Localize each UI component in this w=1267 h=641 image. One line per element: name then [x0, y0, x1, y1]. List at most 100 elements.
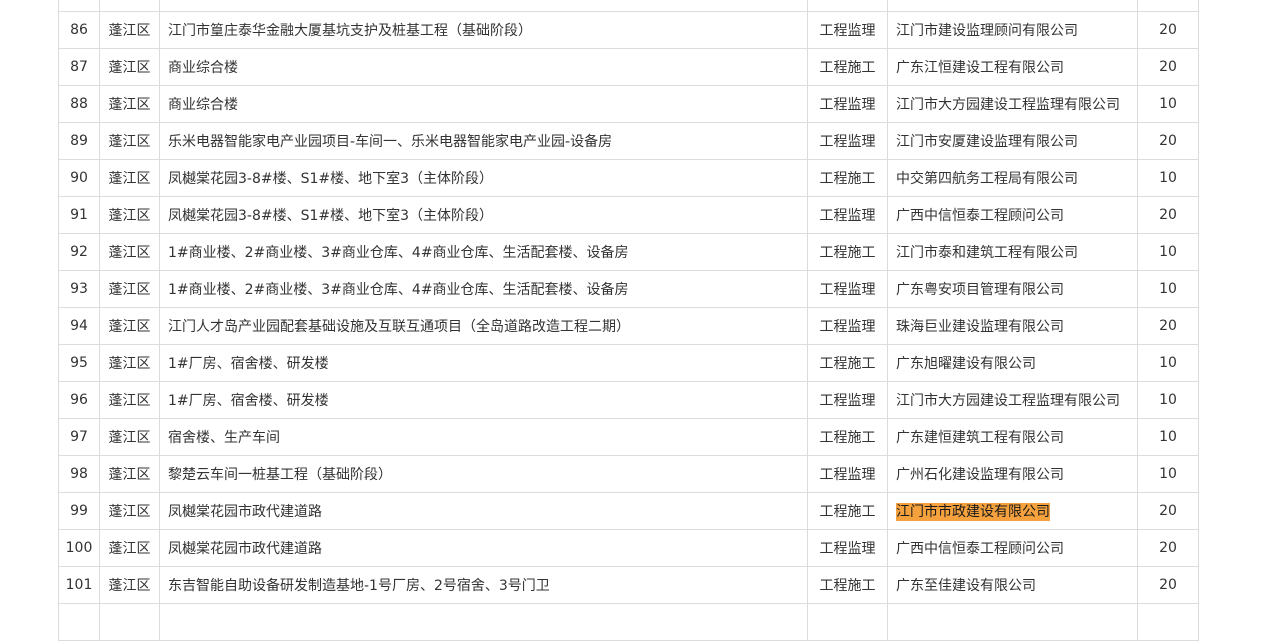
row-number-cell: 89: [58, 122, 100, 160]
score-cell: 20: [1137, 122, 1199, 160]
district-cell: 蓬江区: [99, 159, 160, 197]
district-cell: 蓬江区: [99, 196, 160, 234]
work-type-cell: 工程施工: [807, 566, 888, 604]
company-name-cell: 广东旭曜建设有限公司: [887, 344, 1138, 382]
row-number-cell: 101: [58, 566, 100, 604]
row-number-cell: 94: [58, 307, 100, 345]
company-name-cell: 广东粤安项目管理有限公司: [887, 270, 1138, 308]
row-number-cell: 87: [58, 48, 100, 86]
company-name-cell: 江门市安厦建设监理有限公司: [887, 122, 1138, 160]
company-name-cell: 广东江恒建设工程有限公司: [887, 48, 1138, 86]
district-cell: [99, 603, 160, 641]
company-name-cell: 广东至佳建设有限公司: [887, 566, 1138, 604]
score-cell: 10: [1137, 455, 1199, 493]
work-type-cell: 工程监理: [807, 381, 888, 419]
score-cell: 20: [1137, 492, 1199, 530]
score-cell: 10: [1137, 344, 1199, 382]
row-number-cell: 86: [58, 11, 100, 49]
highlighted-company-name: 江门市市政建设有限公司: [896, 503, 1050, 521]
project-name-cell: 1#商业楼、2#商业楼、3#商业仓库、4#商业仓库、生活配套楼、设备房: [159, 233, 808, 271]
project-name-cell: 江门人才岛产业园配套基础设施及互联互通项目（全岛道路改造工程二期）: [159, 307, 808, 345]
project-name-cell: 商业综合楼: [159, 48, 808, 86]
district-cell: 蓬江区: [99, 122, 160, 160]
work-type-cell: 工程监理: [807, 11, 888, 49]
project-name-cell: 江门市篁庄泰华金融大厦基坑支护及桩基工程（基础阶段）: [159, 11, 808, 49]
work-type-cell: 工程监理: [807, 307, 888, 345]
work-type-cell: 工程施工: [807, 159, 888, 197]
score-cell: 10: [1137, 159, 1199, 197]
work-type-cell: [807, 0, 888, 12]
company-name-cell: 广西中信恒泰工程顾问公司: [887, 196, 1138, 234]
district-cell: 蓬江区: [99, 307, 160, 345]
project-name-cell: 凤樾棠花园3-8#楼、S1#楼、地下室3（主体阶段）: [159, 159, 808, 197]
table-row: 91 蓬江区 凤樾棠花园3-8#楼、S1#楼、地下室3（主体阶段） 工程监理 广西中信恒…: [58, 196, 1199, 234]
company-name-cell: 江门市大方园建设工程监理有限公司: [887, 85, 1138, 123]
row-number-cell: 93: [58, 270, 100, 308]
score-cell: 20: [1137, 307, 1199, 345]
row-number-cell: [58, 0, 100, 12]
company-name-cell: 江门市泰和建筑工程有限公司: [887, 233, 1138, 271]
district-cell: 蓬江区: [99, 11, 160, 49]
district-cell: [99, 0, 160, 12]
table-row: 101 蓬江区 东吉智能自助设备研发制造基地-1号厂房、2号宿舍、3号门卫 工程施工广…: [58, 566, 1199, 604]
records-table: 86 蓬江区 江门市篁庄泰华金融大厦基坑支护及桩基工程（基础阶段） 工程监理 江门市建设…: [58, 0, 1199, 641]
work-type-cell: [807, 603, 888, 641]
records-table-body: 86 蓬江区 江门市篁庄泰华金融大厦基坑支护及桩基工程（基础阶段） 工程监理 江门市建设…: [58, 0, 1199, 641]
project-name-cell: 凤樾棠花园市政代建道路: [159, 492, 808, 530]
work-type-cell: 工程监理: [807, 270, 888, 308]
work-type-cell: 工程监理: [807, 85, 888, 123]
score-cell: [1137, 603, 1199, 641]
row-number-cell: 98: [58, 455, 100, 493]
project-name-cell: 黎楚云车间一桩基工程（基础阶段）: [159, 455, 808, 493]
table-row: 92 蓬江区 1#商业楼、2#商业楼、3#商业仓库、4#商业仓库、生活配套楼、设备房…: [58, 233, 1199, 271]
company-name-cell: 江门市大方园建设工程监理有限公司: [887, 381, 1138, 419]
table-row: [58, 0, 1199, 12]
project-name-cell: 东吉智能自助设备研发制造基地-1号厂房、2号宿舍、3号门卫: [159, 566, 808, 604]
row-number-cell: 91: [58, 196, 100, 234]
row-number-cell: 92: [58, 233, 100, 271]
score-cell: 20: [1137, 196, 1199, 234]
table-row: [58, 603, 1199, 641]
work-type-cell: 工程监理: [807, 122, 888, 160]
work-type-cell: 工程施工: [807, 233, 888, 271]
project-name-cell: 凤樾棠花园市政代建道路: [159, 529, 808, 567]
table-row: 96 蓬江区 1#厂房、宿舍楼、研发楼 工程监理 江门市大方园建设工程监理有限公司 10: [58, 381, 1199, 419]
table-row: 87 蓬江区 商业综合楼 工程施工 广东江恒建设工程有限公司 20: [58, 48, 1199, 86]
work-type-cell: 工程施工: [807, 418, 888, 456]
district-cell: 蓬江区: [99, 566, 160, 604]
company-name-cell: [887, 603, 1138, 641]
row-number-cell: 100: [58, 529, 100, 567]
project-name-cell: 1#商业楼、2#商业楼、3#商业仓库、4#商业仓库、生活配套楼、设备房: [159, 270, 808, 308]
score-cell: 10: [1137, 85, 1199, 123]
work-type-cell: 工程施工: [807, 48, 888, 86]
table-row: 99 蓬江区 凤樾棠花园市政代建道路 工程施工 江门市市政建设有限公司 20: [58, 492, 1199, 530]
table-row: 93 蓬江区 1#商业楼、2#商业楼、3#商业仓库、4#商业仓库、生活配套楼、设备房…: [58, 270, 1199, 308]
district-cell: 蓬江区: [99, 344, 160, 382]
project-name-cell: 商业综合楼: [159, 85, 808, 123]
project-name-cell: [159, 0, 808, 12]
project-name-cell: 1#厂房、宿舍楼、研发楼: [159, 344, 808, 382]
district-cell: 蓬江区: [99, 418, 160, 456]
row-number-cell: 97: [58, 418, 100, 456]
row-number-cell: 99: [58, 492, 100, 530]
table-row: 94 蓬江区 江门人才岛产业园配套基础设施及互联互通项目（全岛道路改造工程二期） 工程…: [58, 307, 1199, 345]
score-cell: 20: [1137, 529, 1199, 567]
project-name-cell: 乐米电器智能家电产业园项目-车间一、乐米电器智能家电产业园-设备房: [159, 122, 808, 160]
district-cell: 蓬江区: [99, 381, 160, 419]
row-number-cell: [58, 603, 100, 641]
district-cell: 蓬江区: [99, 233, 160, 271]
company-name-cell: 广西中信恒泰工程顾问公司: [887, 529, 1138, 567]
district-cell: 蓬江区: [99, 529, 160, 567]
score-cell: 10: [1137, 233, 1199, 271]
project-name-cell: 宿舍楼、生产车间: [159, 418, 808, 456]
company-name-cell: [887, 0, 1138, 12]
table-row: 86 蓬江区 江门市篁庄泰华金融大厦基坑支护及桩基工程（基础阶段） 工程监理 江门市建设…: [58, 11, 1199, 49]
score-cell: 10: [1137, 381, 1199, 419]
work-type-cell: 工程施工: [807, 344, 888, 382]
score-cell: 10: [1137, 418, 1199, 456]
company-name-cell: 珠海巨业建设监理有限公司: [887, 307, 1138, 345]
project-name-cell: 1#厂房、宿舍楼、研发楼: [159, 381, 808, 419]
score-cell: [1137, 0, 1199, 12]
row-number-cell: 96: [58, 381, 100, 419]
score-cell: 20: [1137, 566, 1199, 604]
